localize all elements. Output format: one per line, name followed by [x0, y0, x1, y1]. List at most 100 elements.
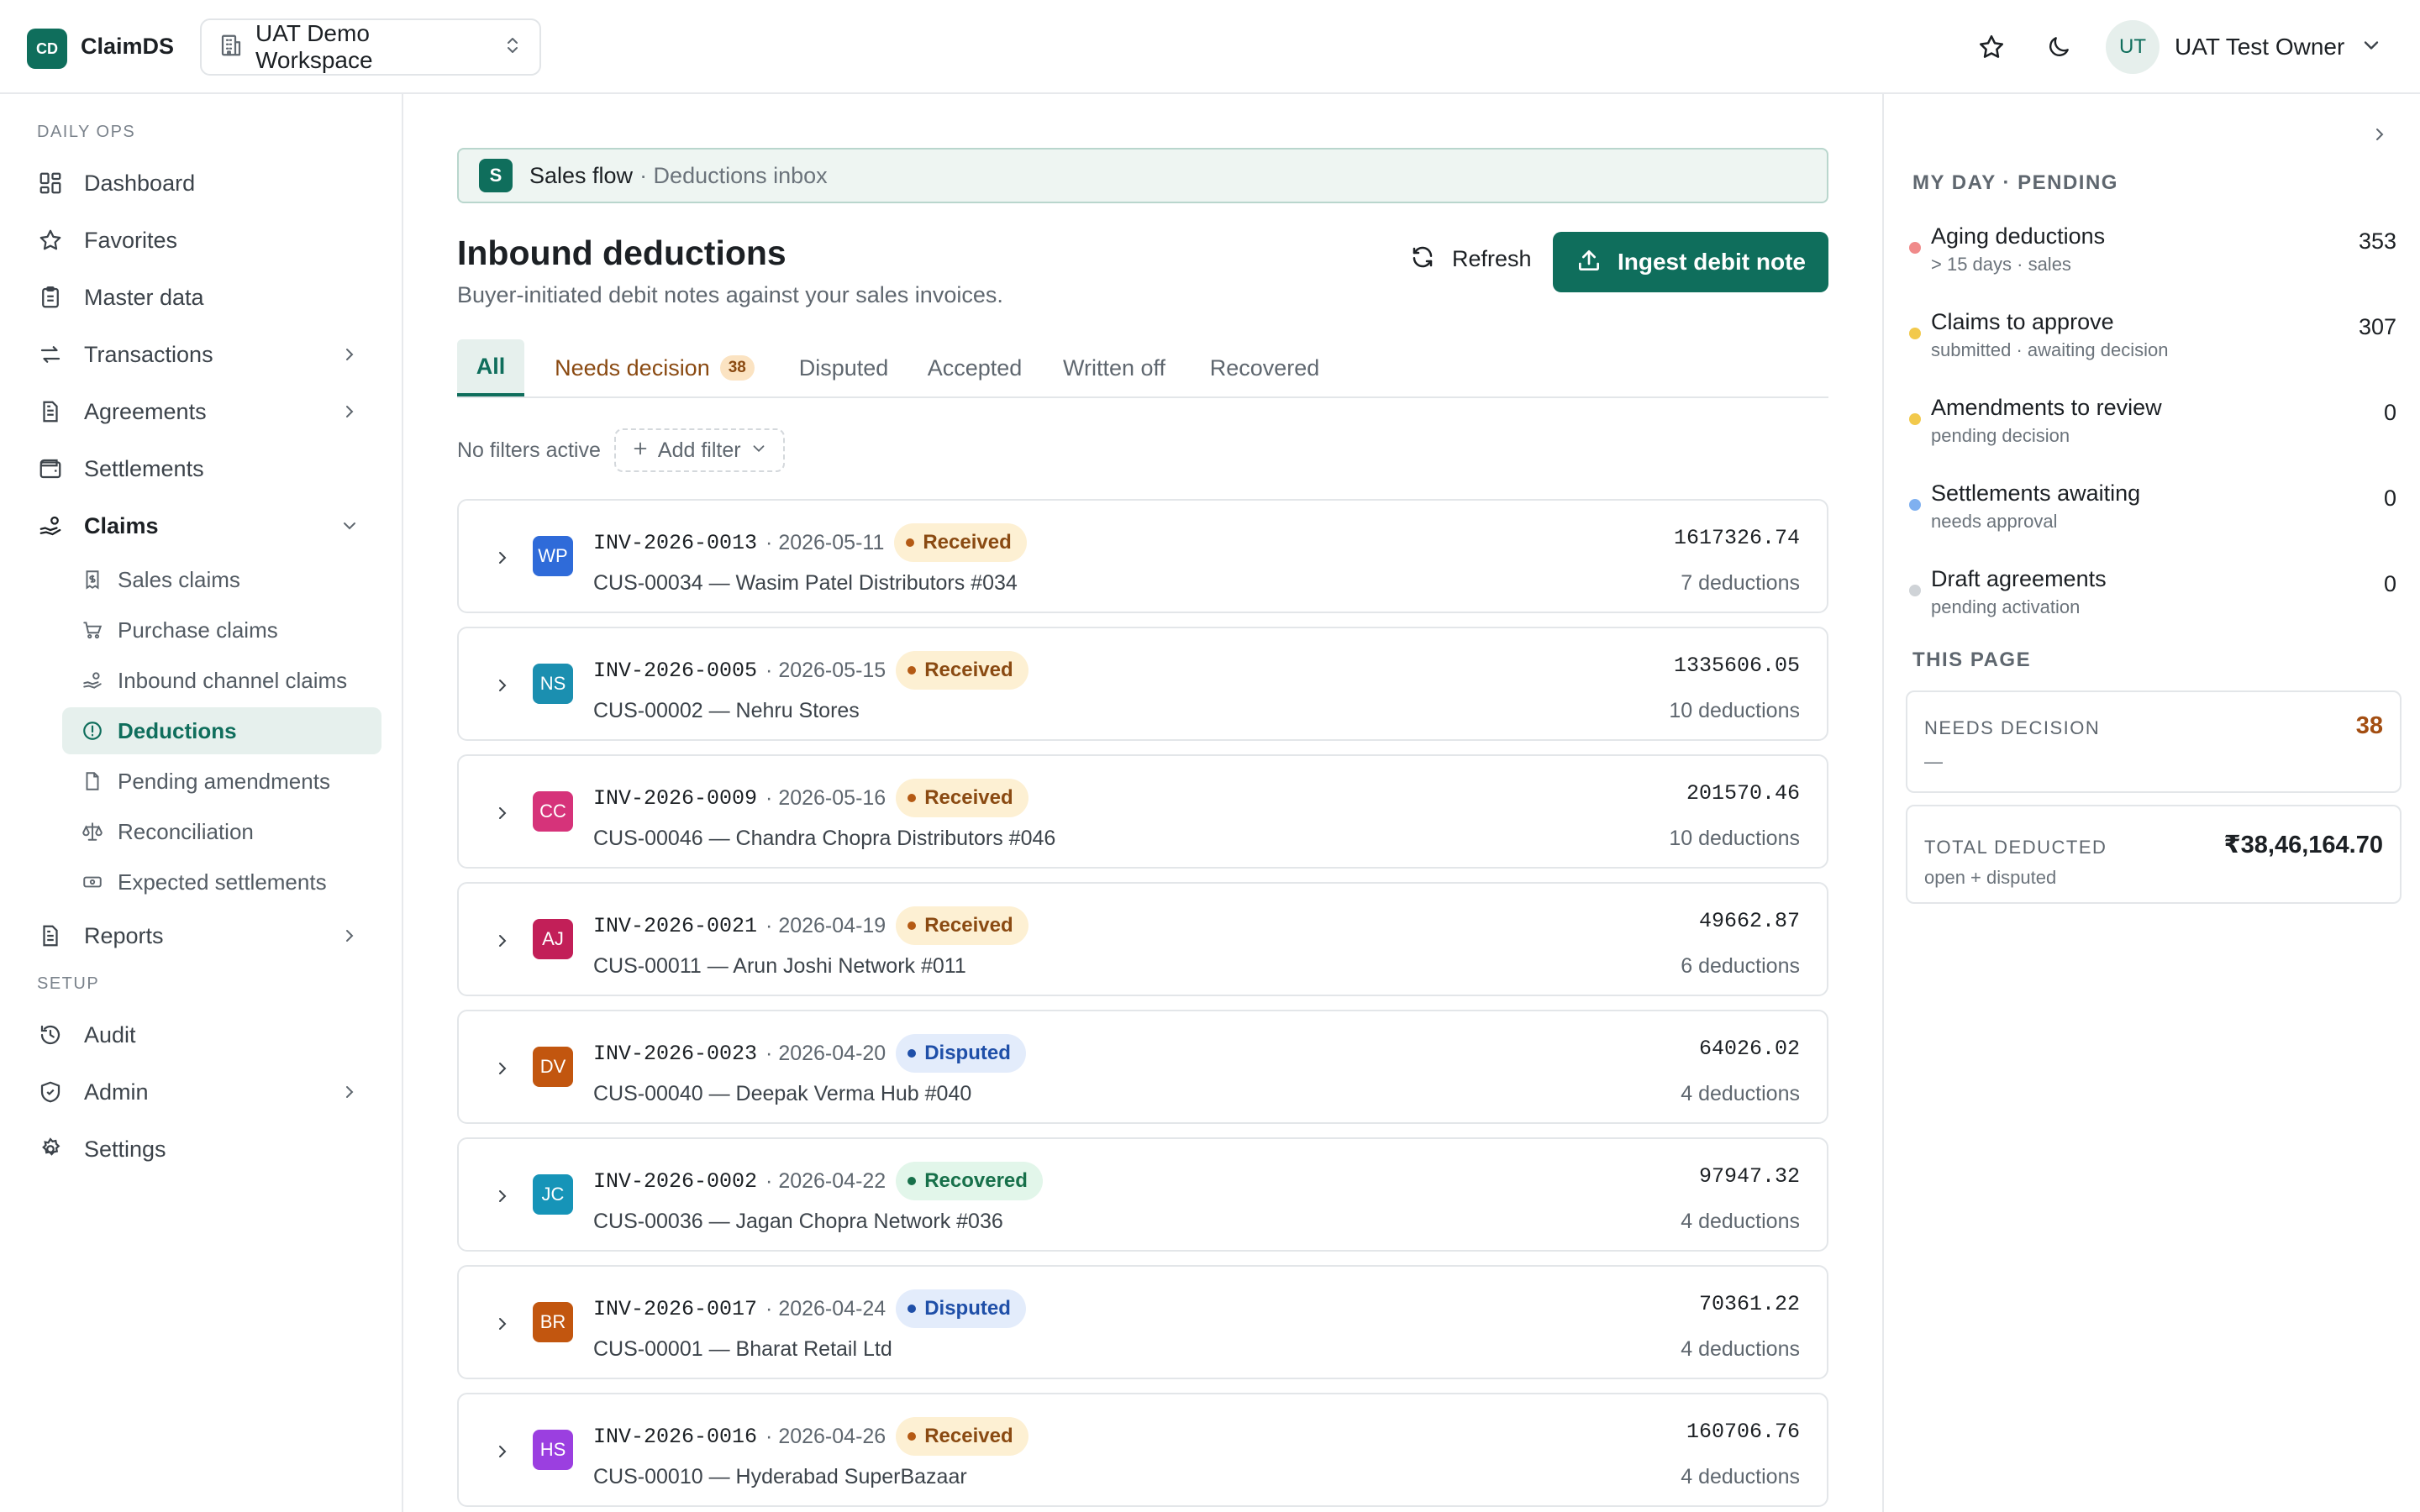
customer-name: CUS-00034 — Wasim Patel Distributors #03… — [593, 571, 1018, 595]
user-name: UAT Test Owner — [2175, 34, 2345, 60]
sidebar-subitem-reconciliation[interactable]: Reconciliation — [62, 808, 381, 855]
sidebar-subitem-pending-amendments[interactable]: Pending amendments — [62, 758, 381, 805]
table-row[interactable]: DV INV-2026-0023 · 2026-04-20 Disputed CUS-0… — [457, 1010, 1828, 1124]
sidebar-item-settings[interactable]: Settings — [34, 1126, 380, 1173]
sidebar-item-label: Favorites — [84, 227, 178, 253]
app-name: ClaimDS — [81, 34, 175, 59]
table-row[interactable]: NS INV-2026-0005 · 2026-05-15 Received CUS-0… — [457, 627, 1828, 741]
sidebar-subitem-sales-claims[interactable]: Sales claims — [62, 556, 381, 603]
status-tabs: All Needs decision 38 Disputed Accepted … — [457, 339, 1828, 398]
sidebar-item-label: Settings — [84, 1136, 166, 1162]
status-dot — [908, 1049, 917, 1058]
tab-written-off[interactable]: Written off — [1045, 339, 1183, 396]
table-row[interactable]: CC INV-2026-0009 · 2026-05-16 Received CUS-0… — [457, 754, 1828, 869]
chevron-right-icon[interactable] — [489, 927, 516, 954]
status-label: Received — [924, 786, 1013, 809]
total-deducted-label: TOTAL DEDUCTED — [1924, 837, 2107, 858]
user-menu[interactable]: UT UAT Test Owner — [2106, 20, 2383, 74]
row-header: INV-2026-0021 · 2026-04-19 Received — [593, 906, 1028, 946]
status-label: Recovered — [924, 1169, 1028, 1192]
sidebar-subitem-purchase-claims[interactable]: Purchase claims — [62, 606, 381, 654]
tab-recovered[interactable]: Recovered — [1195, 339, 1334, 396]
table-row[interactable]: JC INV-2026-0002 · 2026-04-22 Recovered CUS-… — [457, 1137, 1828, 1252]
status-dot — [908, 794, 917, 802]
sidebar-item-admin[interactable]: Admin — [34, 1068, 380, 1116]
tab-all[interactable]: All — [457, 339, 524, 396]
needs-decision-card[interactable]: NEEDS DECISION 38 — — [1906, 690, 2402, 793]
sidebar-item-agreements[interactable]: Agreements — [34, 388, 380, 435]
invoice-number[interactable]: INV-2026-0016 — [593, 1425, 757, 1449]
sort-arrows-icon — [502, 34, 523, 61]
sidebar-item-dashboard[interactable]: Dashboard — [34, 160, 380, 207]
invoice-number[interactable]: INV-2026-0021 — [593, 914, 757, 938]
sidebar-item-reports[interactable]: Reports — [34, 912, 380, 959]
report-icon — [34, 919, 67, 953]
chevron-down-icon — [2360, 34, 2383, 61]
chevron-right-icon[interactable] — [489, 1438, 516, 1465]
sidebar-item-label: Reports — [84, 922, 164, 948]
breadcrumb-flow[interactable]: Sales flow — [529, 163, 633, 189]
ingest-debit-note-button[interactable]: Ingest debit note — [1553, 232, 1828, 292]
status-dot — [1909, 413, 1921, 425]
table-row[interactable]: AJ INV-2026-0021 · 2026-04-19 Received CUS-0… — [457, 882, 1828, 996]
sidebar-item-label: Audit — [84, 1021, 136, 1047]
sidebar-subitem-expected-settlements[interactable]: Expected settlements — [62, 858, 381, 906]
chevron-right-icon[interactable] — [489, 1310, 516, 1337]
table-row[interactable]: HS INV-2026-0016 · 2026-04-26 Received CUS-0… — [457, 1393, 1828, 1507]
hand-coins-icon — [34, 509, 67, 543]
pending-item[interactable]: Draft agreements pending activation 0 — [1909, 566, 2396, 627]
moon-icon[interactable] — [2040, 29, 2077, 66]
row-header: INV-2026-0009 · 2026-05-16 Received — [593, 778, 1028, 818]
customer-avatar: WP — [533, 536, 573, 576]
pending-item[interactable]: Aging deductions > 15 days · sales 353 — [1909, 223, 2396, 284]
invoice-number[interactable]: INV-2026-0005 — [593, 659, 757, 683]
sidebar-item-audit[interactable]: Audit — [34, 1011, 380, 1058]
invoice-number[interactable]: INV-2026-0002 — [593, 1169, 757, 1194]
sidebar-subitem-inbound-channel-claims[interactable]: Inbound channel claims — [62, 657, 381, 704]
invoice-number[interactable]: INV-2026-0013 — [593, 531, 757, 555]
status-label: Received — [924, 914, 1013, 937]
tab-disputed[interactable]: Disputed — [785, 339, 902, 396]
customer-avatar: BR — [533, 1302, 573, 1342]
sidebar-item-settlements[interactable]: Settlements — [34, 445, 380, 492]
table-row[interactable]: WP INV-2026-0013 · 2026-05-11 Received CUS-0… — [457, 499, 1828, 613]
invoice-date: · 2026-05-15 — [765, 658, 886, 682]
chevron-right-icon[interactable] — [489, 1055, 516, 1082]
sidebar-item-label: Dashboard — [84, 170, 196, 196]
pending-title: Aging deductions — [1931, 223, 2106, 249]
flow-banner: S Sales flow · Deductions inbox — [457, 148, 1828, 203]
sidebar-subitem-deductions[interactable]: Deductions — [62, 707, 381, 754]
deduction-amount: 201570.46 — [1686, 781, 1800, 806]
invoice-date: · 2026-04-20 — [765, 1041, 886, 1065]
tab-accepted[interactable]: Accepted — [916, 339, 1034, 396]
sidebar-subitem-label: Sales claims — [118, 566, 240, 592]
sidebar-item-transactions[interactable]: Transactions — [34, 331, 380, 378]
collapse-panel-button[interactable] — [2366, 121, 2393, 148]
pending-item[interactable]: Claims to approve submitted · awaiting de… — [1909, 309, 2396, 370]
invoice-number[interactable]: INV-2026-0017 — [593, 1297, 757, 1321]
sidebar-subitem-label: Deductions — [118, 717, 237, 743]
sidebar-item-master-data[interactable]: Master data — [34, 274, 380, 321]
sidebar-subitem-label: Expected settlements — [118, 869, 327, 895]
pending-item[interactable]: Amendments to review pending decision 0 — [1909, 395, 2396, 455]
sidebar-item-claims[interactable]: Claims — [34, 502, 380, 549]
refresh-button[interactable]: Refresh — [1393, 232, 1549, 286]
invoice-number[interactable]: INV-2026-0009 — [593, 786, 757, 811]
sidebar-item-favorites[interactable]: Favorites — [34, 217, 380, 264]
invoice-date: · 2026-04-22 — [765, 1168, 886, 1193]
breadcrumb-current: · Deductions inbox — [639, 162, 828, 188]
chevron-right-icon[interactable] — [489, 1183, 516, 1210]
invoice-number[interactable]: INV-2026-0023 — [593, 1042, 757, 1066]
pending-item[interactable]: Settlements awaiting needs approval 0 — [1909, 480, 2396, 541]
chevron-right-icon[interactable] — [489, 672, 516, 699]
tab-needs-decision[interactable]: Needs decision 38 — [536, 339, 773, 396]
deduction-amount: 97947.32 — [1698, 1164, 1800, 1189]
star-icon[interactable] — [1973, 29, 2010, 66]
table-row[interactable]: BR INV-2026-0017 · 2026-04-24 Disputed CUS-0… — [457, 1265, 1828, 1379]
chevron-right-icon[interactable] — [489, 544, 516, 571]
app-logo[interactable]: CD — [27, 29, 67, 69]
add-filter-button[interactable]: Add filter — [613, 428, 785, 472]
chevron-right-icon[interactable] — [489, 800, 516, 827]
workspace-switcher[interactable]: UAT Demo Workspace — [200, 18, 541, 76]
customer-name: CUS-00001 — Bharat Retail Ltd — [593, 1337, 892, 1361]
